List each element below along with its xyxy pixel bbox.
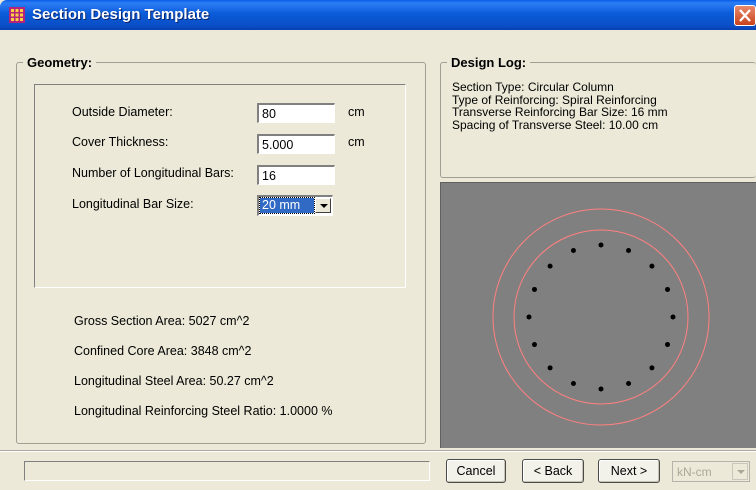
back-button[interactable]: < Back	[522, 459, 584, 483]
bar-size-value: 20 mm	[259, 197, 315, 214]
steel-ratio-text: Longitudinal Reinforcing Steel Ratio: 1.…	[74, 404, 333, 418]
units-value: kN-cm	[677, 465, 712, 479]
section-outline	[492, 208, 710, 426]
longitudinal-bar	[665, 286, 671, 292]
log-line: Section Type: Circular Column	[452, 80, 614, 94]
longitudinal-bar	[649, 263, 655, 269]
chevron-down-icon[interactable]	[315, 198, 331, 213]
log-line: Spacing of Transverse Steel: 10.00 cm	[452, 117, 659, 132]
design-log-legend: Design Log:	[447, 55, 531, 70]
close-button[interactable]	[734, 5, 756, 26]
cancel-button[interactable]: Cancel	[446, 459, 506, 483]
steel-area-text: Longitudinal Steel Area: 50.27 cm^2	[74, 374, 274, 388]
bar-size-label: Longitudinal Bar Size:	[72, 197, 194, 211]
longitudinal-bar	[665, 342, 671, 348]
chevron-down-icon[interactable]	[732, 463, 748, 480]
longitudinal-bar	[670, 314, 676, 320]
cover-thickness-unit: cm	[348, 135, 365, 149]
longitudinal-bar	[547, 365, 553, 371]
longitudinal-bar	[598, 386, 604, 392]
section-preview	[440, 182, 756, 448]
units-select[interactable]: kN-cm	[672, 461, 750, 482]
core-area-text: Confined Core Area: 3848 cm^2	[74, 344, 252, 358]
longitudinal-bar	[626, 247, 632, 253]
title-bar[interactable]: Section Design Template	[0, 0, 756, 30]
longitudinal-bar	[626, 381, 632, 387]
design-log-group: Design Log: Section Type: Circular Colum…	[440, 55, 756, 178]
app-grid-icon	[9, 7, 25, 23]
window-title: Section Design Template	[32, 6, 210, 23]
longitudinal-bar	[570, 381, 576, 387]
status-bar	[24, 461, 430, 481]
longitudinal-bar	[598, 242, 604, 248]
log-line: Transverse Reinforcing Bar Size: 16 mm	[452, 105, 668, 119]
cover-thickness-input[interactable]: 5.000	[257, 134, 335, 154]
outside-diameter-unit: cm	[348, 105, 365, 119]
gross-area-text: Gross Section Area: 5027 cm^2	[74, 314, 250, 328]
longitudinal-bar	[526, 314, 532, 320]
footer-divider	[0, 450, 756, 452]
bar-size-select[interactable]: 20 mm	[257, 195, 333, 216]
cover-thickness-label: Cover Thickness:	[72, 135, 169, 149]
longitudinal-bar	[547, 263, 553, 269]
outside-diameter-input[interactable]: 80	[257, 103, 335, 123]
longitudinal-bar	[531, 286, 537, 292]
outside-diameter-label: Outside Diameter:	[72, 105, 173, 119]
section-drawing	[492, 208, 710, 426]
geometry-legend: Geometry:	[23, 55, 97, 70]
longitudinal-bar	[570, 247, 576, 253]
core-outline	[513, 229, 689, 405]
close-icon	[739, 9, 751, 22]
design-log-text: Section Type: Circular Column Type of Re…	[452, 81, 668, 131]
num-bars-input[interactable]: 16	[257, 165, 335, 185]
longitudinal-bar	[531, 342, 537, 348]
num-bars-label: Number of Longitudinal Bars:	[72, 166, 234, 180]
next-button[interactable]: Next >	[598, 459, 660, 483]
longitudinal-bar	[649, 365, 655, 371]
